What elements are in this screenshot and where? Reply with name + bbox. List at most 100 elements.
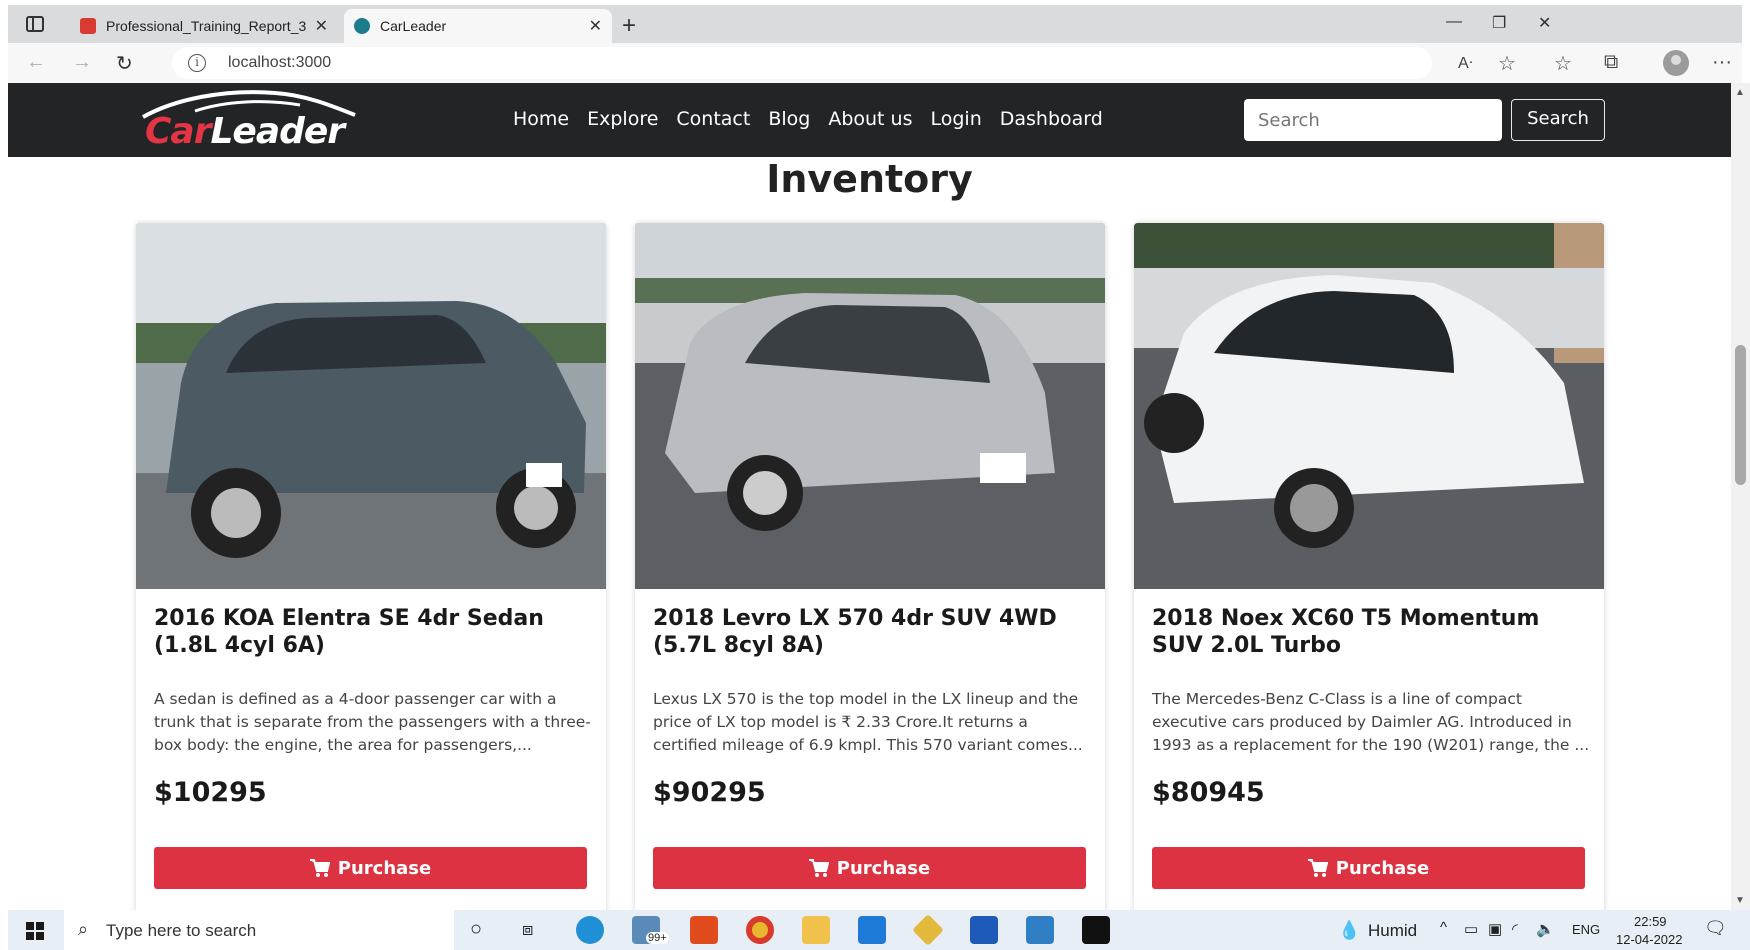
tab-title: CarLeader — [380, 18, 447, 34]
car-price: $90295 — [653, 777, 766, 808]
purchase-label: Purchase — [836, 857, 931, 879]
battery-icon[interactable]: ▭ — [1464, 920, 1478, 938]
logo-car: Car — [145, 111, 211, 152]
pdf-icon — [80, 18, 96, 34]
clock-date[interactable]: 12-04-2022 — [1616, 932, 1683, 947]
purchase-button[interactable]: Purchase — [154, 847, 587, 889]
windows-taskbar: ⌕ Type here to search ○ ⧈ 99+ 💧 Humid ^ … — [8, 910, 1750, 950]
car-title: 2018 Noex XC60 T5 Momentum SUV 2.0L Turb… — [1152, 606, 1540, 658]
car-image — [136, 223, 606, 589]
car-price: $80945 — [1152, 777, 1265, 808]
carleader-logo[interactable]: CarLeader — [135, 89, 365, 152]
language-indicator[interactable]: ENG — [1572, 922, 1600, 937]
car-title: 2016 KOA Elentra SE 4dr Sedan (1.8L 4cyl… — [154, 606, 544, 658]
weather-icon: 💧 — [1338, 920, 1361, 940]
forward-icon[interactable]: → — [72, 51, 92, 74]
screen: Professional_Training_Report_39 ✕ CarLea… — [0, 0, 1750, 950]
git-icon[interactable] — [912, 914, 944, 946]
search-icon: ⌕ — [78, 919, 89, 939]
back-icon[interactable]: ← — [26, 51, 46, 74]
inventory-heading: Inventory — [766, 157, 973, 201]
file-explorer-icon[interactable] — [802, 916, 830, 944]
purchase-button[interactable]: Purchase — [1152, 847, 1585, 889]
address-bar: ← → ↻ i localhost:3000 Aᐧ ☆ ☆ ⧉ ··· — [8, 43, 1742, 83]
purchase-label: Purchase — [337, 857, 432, 879]
minimize-icon[interactable]: — — [1446, 13, 1462, 31]
react-icon — [354, 18, 370, 34]
info-icon[interactable]: i — [188, 54, 206, 72]
cart-icon — [309, 859, 330, 877]
logo-leader: Leader — [210, 111, 345, 152]
browser-tab-carleader[interactable]: CarLeader ✕ — [344, 9, 612, 43]
nav-links: Home Explore Contact Blog About us Login… — [513, 108, 1103, 130]
url-text: localhost:3000 — [228, 54, 332, 71]
scroll-up-icon[interactable]: ▲ — [1735, 87, 1745, 98]
weather-text[interactable]: Humid — [1368, 921, 1417, 941]
profile-avatar[interactable] — [1663, 50, 1689, 76]
close-icon[interactable]: ✕ — [589, 16, 602, 36]
clock-time[interactable]: 22:59 — [1634, 914, 1667, 929]
inventory-section: Inventory 2016 KOA Elentra SE 4dr Sedan … — [8, 157, 1731, 910]
nav-blog[interactable]: Blog — [768, 108, 810, 130]
windows-start-icon[interactable] — [26, 922, 44, 940]
refresh-icon[interactable]: ↻ — [116, 51, 133, 76]
mail-badge: 99+ — [646, 932, 669, 944]
nav-dashboard[interactable]: Dashboard — [1000, 108, 1103, 130]
word-icon[interactable] — [970, 916, 998, 944]
car-description: Lexus LX 570 is the top model in the LX … — [653, 690, 1083, 754]
nav-login[interactable]: Login — [930, 108, 981, 130]
sidebar-toggle-icon[interactable] — [26, 16, 44, 32]
notification-icon[interactable]: 🗨 — [1704, 918, 1727, 939]
photos-icon[interactable] — [1026, 916, 1054, 944]
task-view-icon[interactable]: ⧈ — [522, 919, 533, 940]
scroll-thumb[interactable] — [1735, 345, 1746, 485]
nav-about[interactable]: About us — [828, 108, 912, 130]
nav-explore[interactable]: Explore — [587, 108, 658, 130]
restore-icon[interactable]: ❐ — [1492, 13, 1506, 33]
car-description: A sedan is defined as a 4-door passenger… — [154, 690, 591, 754]
search-button[interactable]: Search — [1511, 99, 1605, 141]
volume-icon[interactable]: 🔈 — [1536, 920, 1555, 938]
taskbar-search-text: Type here to search — [106, 921, 257, 940]
car-image — [635, 223, 1105, 589]
nav-home[interactable]: Home — [513, 108, 569, 130]
read-aloud-icon[interactable]: Aᐧ — [1458, 53, 1473, 73]
url-field[interactable]: i localhost:3000 — [172, 47, 1432, 79]
device-icon[interactable]: ▣ — [1488, 920, 1502, 938]
browser-tab-strip: Professional_Training_Report_39 ✕ CarLea… — [8, 5, 1742, 43]
more-icon[interactable]: ··· — [1712, 51, 1732, 74]
cart-icon — [1307, 859, 1328, 877]
vscode-icon[interactable] — [858, 916, 886, 944]
car-title: 2018 Levro LX 570 4dr SUV 4WD (5.7L 8cyl… — [653, 606, 1057, 658]
browser-tab-report[interactable]: Professional_Training_Report_39 ✕ — [70, 9, 338, 43]
favorite-add-icon[interactable]: ☆ — [1498, 51, 1516, 76]
car-description: The Mercedes-Benz C-Class is a line of c… — [1152, 690, 1590, 754]
car-card: 2018 Levro LX 570 4dr SUV 4WD (5.7L 8cyl… — [635, 223, 1105, 910]
car-price: $10295 — [154, 777, 267, 808]
terminal-icon[interactable] — [1082, 916, 1110, 944]
car-card: 2016 KOA Elentra SE 4dr Sedan (1.8L 4cyl… — [136, 223, 606, 910]
chrome-icon[interactable] — [746, 916, 774, 944]
close-icon[interactable]: ✕ — [315, 16, 328, 36]
edge-icon[interactable] — [576, 916, 604, 944]
collections-icon[interactable]: ⧉ — [1604, 51, 1618, 74]
purchase-label: Purchase — [1335, 857, 1430, 879]
office-icon[interactable] — [690, 916, 718, 944]
cart-icon — [808, 859, 829, 877]
purchase-button[interactable]: Purchase — [653, 847, 1086, 889]
close-window-icon[interactable]: ✕ — [1538, 13, 1551, 33]
taskbar-search[interactable]: ⌕ Type here to search — [64, 910, 454, 950]
page-scrollbar[interactable]: ▲ ▼ — [1731, 83, 1750, 910]
new-tab-button[interactable]: + — [622, 12, 636, 40]
nav-contact[interactable]: Contact — [676, 108, 750, 130]
scroll-down-icon[interactable]: ▼ — [1735, 895, 1745, 906]
tab-title: Professional_Training_Report_39 — [106, 18, 306, 34]
chevron-up-icon[interactable]: ^ — [1440, 919, 1447, 936]
favorites-icon[interactable]: ☆ — [1554, 51, 1572, 76]
mail-icon[interactable]: 99+ — [632, 916, 669, 944]
wifi-icon[interactable]: ◜ — [1512, 920, 1518, 938]
search-input[interactable] — [1244, 99, 1502, 141]
site-navbar: CarLeader Home Explore Contact Blog Abou… — [8, 83, 1731, 157]
cortana-icon[interactable]: ○ — [470, 918, 482, 941]
car-image — [1134, 223, 1604, 589]
